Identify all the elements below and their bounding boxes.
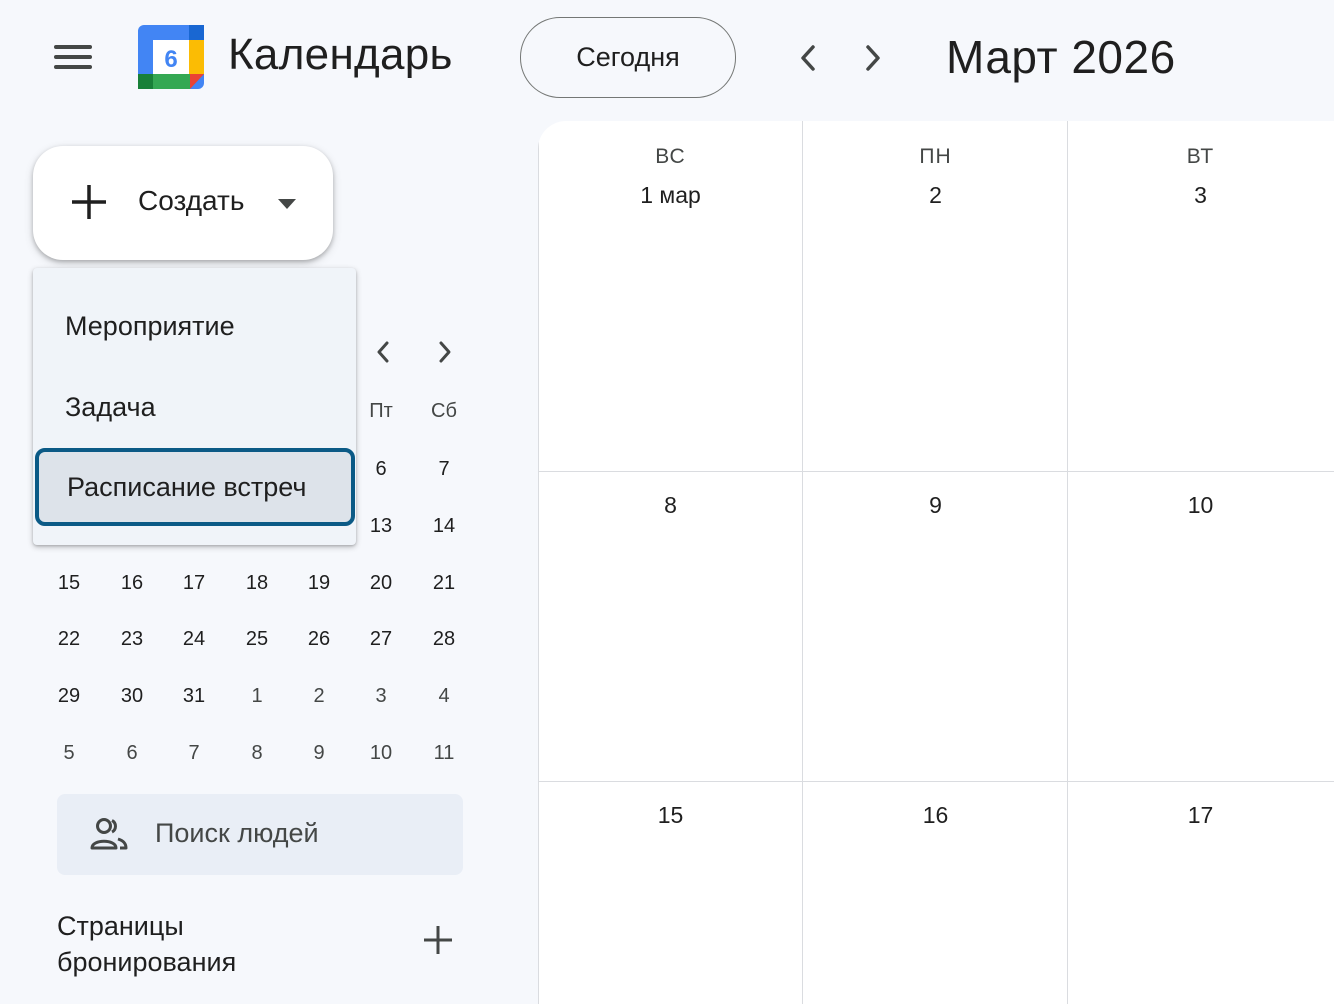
mini-cal-day[interactable]: 27: [356, 619, 406, 659]
app-title: Календарь: [228, 30, 453, 79]
people-search-input[interactable]: Поиск людей: [57, 794, 463, 875]
calendar-logo: 6: [138, 25, 204, 89]
month-grid: ВС ПН ВТ 1 мар 2 3 8 9 10 15 16 17: [538, 121, 1334, 1004]
day-cell-number[interactable]: 2: [803, 182, 1068, 209]
mini-cal-day[interactable]: 25: [232, 619, 282, 659]
day-cell-number[interactable]: 9: [803, 492, 1068, 519]
mini-cal-next-button[interactable]: [425, 332, 465, 372]
mini-cal-day[interactable]: 5: [44, 733, 94, 773]
mini-cal-day[interactable]: 7: [419, 449, 469, 489]
mini-cal-day[interactable]: 3: [356, 676, 406, 716]
mini-cal-day[interactable]: 9: [294, 733, 344, 773]
mini-cal-day[interactable]: 6: [356, 449, 406, 489]
mini-cal-day[interactable]: 30: [107, 676, 157, 716]
mini-cal-day[interactable]: 1: [232, 676, 282, 716]
mini-cal-day[interactable]: 29: [44, 676, 94, 716]
mini-cal-day[interactable]: 21: [419, 563, 469, 603]
plus-icon: [72, 185, 106, 219]
mini-cal-day[interactable]: 17: [169, 563, 219, 603]
mini-cal-day[interactable]: 7: [169, 733, 219, 773]
weekday-header-tue: ВТ: [1186, 145, 1215, 168]
mini-cal-day[interactable]: 16: [107, 563, 157, 603]
mini-cal-prev-button[interactable]: [363, 332, 403, 372]
day-cell-number[interactable]: 8: [538, 492, 803, 519]
day-cell-number[interactable]: 15: [538, 802, 803, 829]
prev-period-button[interactable]: [786, 36, 830, 80]
day-cell-number[interactable]: 16: [803, 802, 1068, 829]
mini-cal-day[interactable]: 26: [294, 619, 344, 659]
create-button[interactable]: Создать: [33, 146, 333, 260]
mini-cal-day[interactable]: 2: [294, 676, 344, 716]
mini-cal-day[interactable]: 15: [44, 563, 94, 603]
people-icon: [90, 818, 128, 850]
create-dropdown-menu: Мероприятие Задача Расписание встреч: [33, 268, 356, 545]
chevron-right-icon: [439, 341, 451, 363]
mini-cal-day[interactable]: 6: [107, 733, 157, 773]
chevron-left-icon: [801, 45, 815, 71]
mini-cal-day[interactable]: 20: [356, 563, 406, 603]
day-cell-number[interactable]: 10: [1068, 492, 1333, 519]
mini-cal-day[interactable]: 19: [294, 563, 344, 603]
people-search-placeholder: Поиск людей: [155, 818, 319, 848]
main-menu-button[interactable]: [44, 28, 102, 86]
weekday-header-sun: ВС: [655, 145, 686, 168]
booking-pages-title: Страницы бронирования: [57, 911, 237, 977]
day-cell-number[interactable]: 17: [1068, 802, 1333, 829]
mini-cal-weekday-sat: Сб: [431, 400, 457, 422]
mini-cal-day[interactable]: 24: [169, 619, 219, 659]
dropdown-caret-icon: [278, 199, 296, 209]
menu-icon: [54, 39, 92, 75]
chevron-right-icon: [866, 45, 880, 71]
mini-cal-weekday-fri: Пт: [369, 400, 393, 422]
mini-cal-day[interactable]: 13: [356, 506, 406, 546]
mini-cal-day[interactable]: 8: [232, 733, 282, 773]
mini-cal-day[interactable]: 10: [356, 733, 406, 773]
mini-cal-day[interactable]: 11: [419, 733, 469, 773]
day-cell-number[interactable]: 1 мар: [538, 182, 803, 209]
mini-cal-day[interactable]: 23: [107, 619, 157, 659]
next-period-button[interactable]: [851, 36, 895, 80]
today-button[interactable]: Сегодня: [520, 17, 736, 98]
mini-cal-day[interactable]: 14: [419, 506, 469, 546]
chevron-left-icon: [377, 341, 389, 363]
day-cell-number[interactable]: 3: [1068, 182, 1333, 209]
menu-item-appointment-schedule[interactable]: Расписание встреч: [35, 448, 355, 526]
mini-cal-day[interactable]: 22: [44, 619, 94, 659]
mini-cal-day[interactable]: 28: [419, 619, 469, 659]
mini-cal-day[interactable]: 18: [232, 563, 282, 603]
mini-cal-day[interactable]: 4: [419, 676, 469, 716]
menu-item-task[interactable]: Задача: [33, 367, 356, 447]
mini-cal-day[interactable]: 31: [169, 676, 219, 716]
menu-item-event[interactable]: Мероприятие: [33, 286, 356, 366]
weekday-header-mon: ПН: [919, 145, 952, 168]
logo-day: 6: [164, 46, 177, 73]
create-button-label: Создать: [138, 185, 245, 216]
current-month-title: Март 2026: [946, 31, 1176, 83]
add-booking-page-icon[interactable]: [418, 920, 458, 960]
